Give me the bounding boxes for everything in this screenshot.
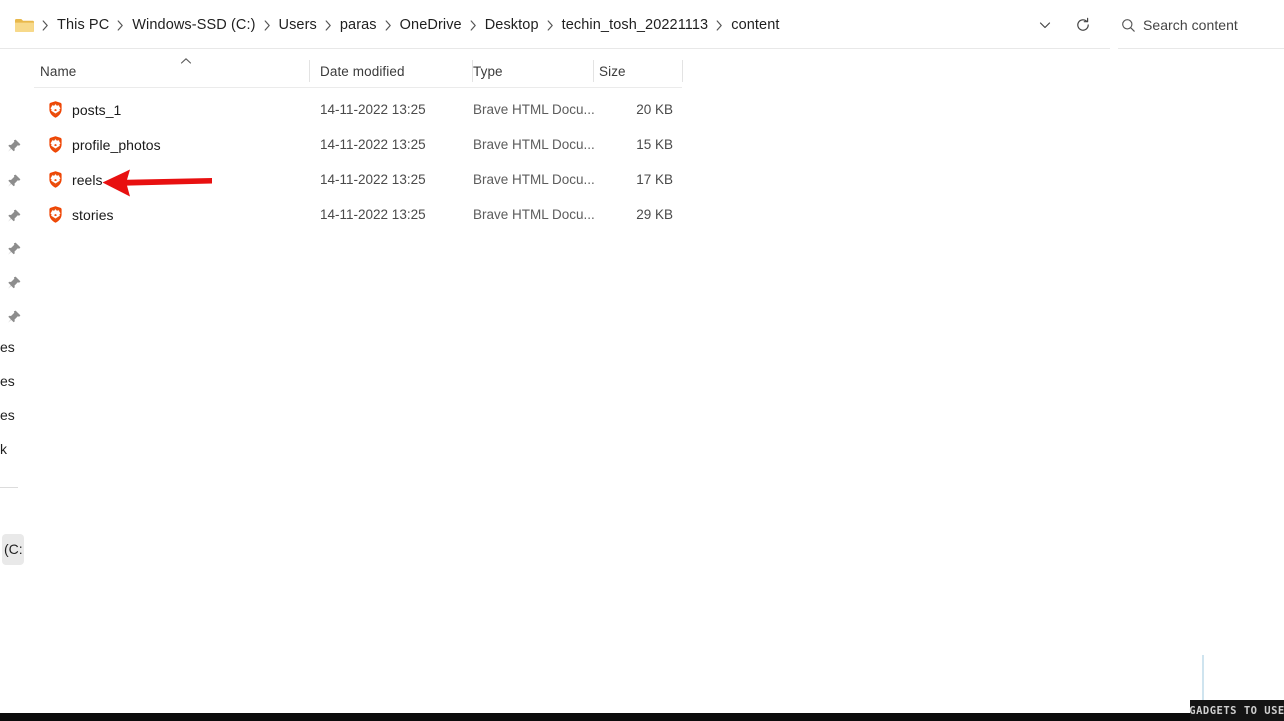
brave-html-document-icon: [46, 100, 65, 119]
pin-icon[interactable]: [6, 275, 22, 291]
file-date-modified: 14-11-2022 13:25: [320, 137, 426, 152]
breadcrumb-separator: [543, 19, 558, 31]
breadcrumb-separator: [260, 19, 275, 31]
chevron-up-icon: [180, 57, 192, 65]
file-name[interactable]: posts_1: [72, 102, 121, 118]
table-row[interactable]: posts_1 14-11-2022 13:25 Brave HTML Docu…: [34, 92, 1274, 127]
breadcrumb-item-techin-tosh[interactable]: techin_tosh_20221113: [558, 15, 713, 35]
refresh-icon[interactable]: [1068, 12, 1098, 38]
file-explorer-window: This PC Windows-SSD (C:) Users paras One…: [0, 0, 1284, 713]
brave-html-document-icon: [46, 135, 65, 154]
column-header-type[interactable]: Type: [473, 56, 503, 86]
column-divider[interactable]: [309, 60, 310, 82]
file-type: Brave HTML Docu...: [473, 102, 595, 117]
address-bar: This PC Windows-SSD (C:) Users paras One…: [0, 0, 1284, 49]
column-headers: Name Date modified Type Size: [34, 56, 1274, 86]
pin-icon[interactable]: [6, 138, 22, 154]
address-bar-controls: [1030, 12, 1098, 38]
breadcrumb-item-content[interactable]: content: [727, 15, 783, 35]
pin-icon[interactable]: [6, 241, 22, 257]
bottom-black-bar: [0, 713, 1284, 721]
brave-html-document-icon: [46, 205, 65, 224]
breadcrumb-item-users[interactable]: Users: [275, 15, 321, 35]
file-name[interactable]: reels: [72, 172, 103, 188]
column-divider[interactable]: [593, 60, 594, 82]
nav-item-truncated[interactable]: k: [0, 441, 7, 457]
column-header-size[interactable]: Size: [599, 56, 626, 86]
nav-pane-divider: [0, 487, 18, 488]
pin-icon[interactable]: [6, 173, 22, 189]
breadcrumb-separator: [38, 19, 53, 31]
search-placeholder-text: Search content: [1143, 17, 1238, 33]
breadcrumb-separator: [381, 19, 396, 31]
table-row[interactable]: reels 14-11-2022 13:25 Brave HTML Docu..…: [34, 162, 1274, 197]
column-divider[interactable]: [682, 60, 683, 82]
chevron-down-icon[interactable]: [1030, 12, 1060, 38]
search-input[interactable]: Search content: [1113, 10, 1281, 40]
file-size: 15 KB: [636, 137, 673, 152]
watermark: GADGETS TO USE: [1189, 700, 1284, 721]
table-row[interactable]: stories 14-11-2022 13:25 Brave HTML Docu…: [34, 197, 1274, 232]
brave-html-document-icon: [46, 170, 65, 189]
file-size: 17 KB: [636, 172, 673, 187]
navigation-pane: es es es k: [0, 52, 26, 713]
file-type: Brave HTML Docu...: [473, 137, 595, 152]
file-list: posts_1 14-11-2022 13:25 Brave HTML Docu…: [34, 92, 1274, 232]
file-type: Brave HTML Docu...: [473, 207, 595, 222]
search-icon: [1113, 10, 1143, 40]
breadcrumb[interactable]: This PC Windows-SSD (C:) Users paras One…: [8, 12, 789, 38]
breadcrumb-item-desktop[interactable]: Desktop: [481, 15, 543, 35]
file-name[interactable]: stories: [72, 207, 114, 223]
file-name[interactable]: profile_photos: [72, 137, 161, 153]
nav-item-truncated[interactable]: es: [0, 407, 15, 423]
column-headers-divider: [34, 87, 682, 88]
nav-item-truncated[interactable]: es: [0, 373, 15, 389]
file-size: 20 KB: [636, 102, 673, 117]
address-bar-divider: [0, 48, 1110, 49]
breadcrumb-separator: [712, 19, 727, 31]
file-date-modified: 14-11-2022 13:25: [320, 172, 426, 187]
column-header-name[interactable]: Name: [40, 56, 76, 86]
column-header-date-modified[interactable]: Date modified: [320, 56, 405, 86]
nav-item-truncated[interactable]: es: [0, 339, 15, 355]
breadcrumb-separator: [321, 19, 336, 31]
breadcrumb-separator: [466, 19, 481, 31]
breadcrumb-item-windows-ssd[interactable]: Windows-SSD (C:): [128, 15, 259, 35]
breadcrumb-item-onedrive[interactable]: OneDrive: [396, 15, 466, 35]
pin-icon[interactable]: [6, 309, 22, 325]
file-size: 29 KB: [636, 207, 673, 222]
address-search-divider: [1105, 10, 1106, 40]
breadcrumb-item-paras[interactable]: paras: [336, 15, 381, 35]
sidebar-item-label: (C:: [4, 541, 23, 557]
search-bar-divider: [1118, 48, 1284, 49]
pin-icon[interactable]: [6, 208, 22, 224]
file-date-modified: 14-11-2022 13:25: [320, 207, 426, 222]
breadcrumb-separator: [113, 19, 128, 31]
file-date-modified: 14-11-2022 13:25: [320, 102, 426, 117]
table-row[interactable]: profile_photos 14-11-2022 13:25 Brave HT…: [34, 127, 1274, 162]
folder-icon: [14, 17, 34, 33]
file-type: Brave HTML Docu...: [473, 172, 595, 187]
breadcrumb-item-this-pc[interactable]: This PC: [53, 15, 113, 35]
watermark-text: GADGETS TO USE: [1189, 704, 1284, 717]
watermark-accent-line: [1202, 655, 1204, 701]
